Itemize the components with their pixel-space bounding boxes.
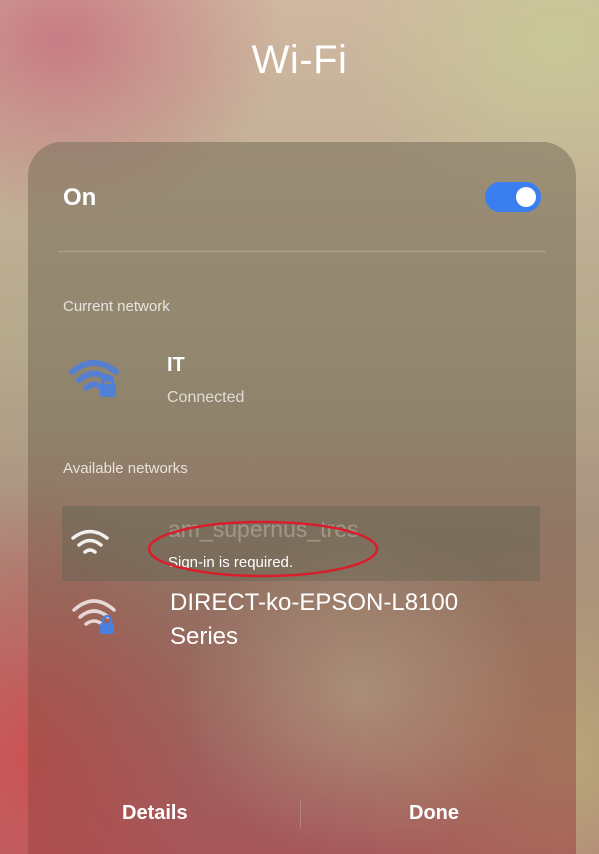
current-network-label: Current network (63, 298, 170, 315)
panel-footer: Details Done (28, 792, 576, 842)
wifi-lock-icon (69, 360, 119, 397)
current-network-name: IT (167, 354, 185, 376)
wifi-icon (71, 529, 109, 554)
current-network-item[interactable]: IT Connected (62, 354, 542, 414)
wifi-panel: On Current network IT Connected Availabl… (28, 142, 576, 854)
wifi-toggle-switch[interactable] (485, 182, 541, 212)
page-title: Wi-Fi (251, 38, 348, 82)
footer-divider (300, 800, 301, 828)
available-network-name[interactable]: DIRECT-ko-EPSON-L8100 Series (170, 586, 530, 654)
wifi-lock-icon (72, 599, 116, 634)
divider (58, 251, 546, 252)
available-networks-label: Available networks (63, 460, 188, 477)
wifi-toggle-row: On (61, 182, 541, 222)
red-ellipse-annotation (147, 520, 379, 578)
done-button[interactable]: Done (409, 802, 459, 825)
current-network-status: Connected (167, 389, 245, 406)
wifi-toggle-label: On (63, 184, 97, 211)
toggle-knob (516, 187, 536, 207)
details-button[interactable]: Details (122, 802, 188, 825)
